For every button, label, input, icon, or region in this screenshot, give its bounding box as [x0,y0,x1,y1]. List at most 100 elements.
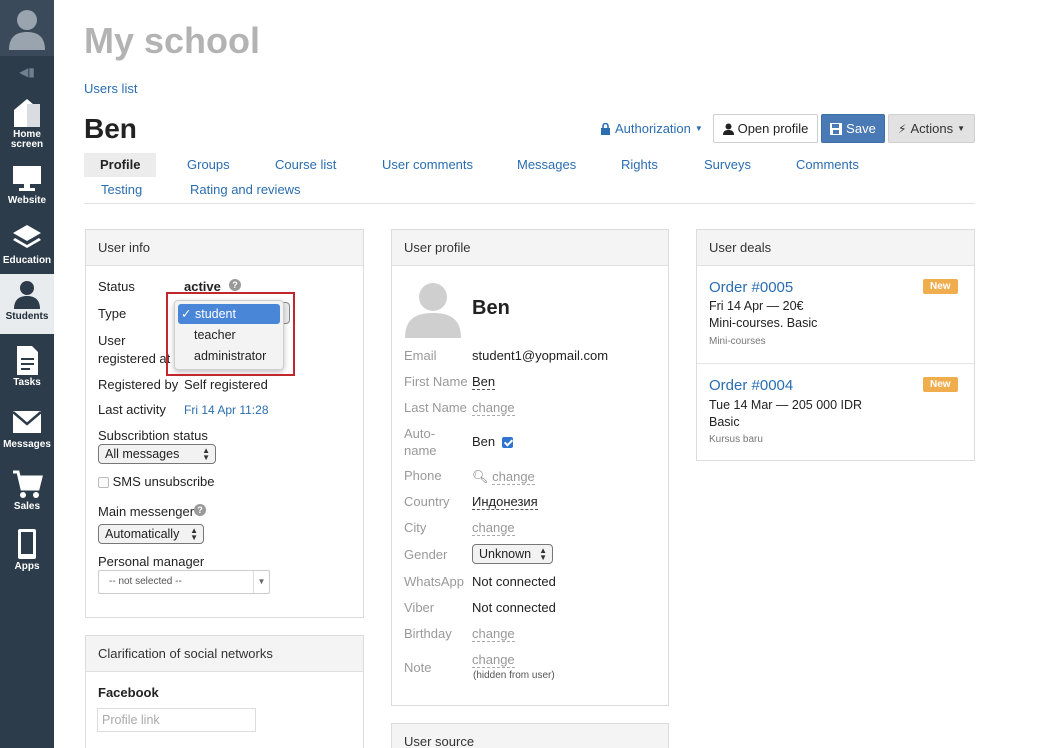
tab-testing[interactable]: Testing [85,178,158,202]
deal-order-link[interactable]: Order #0004 [709,377,793,394]
actions-label: Actions [910,121,954,136]
sidebar-item-home[interactable]: Home screen [0,92,54,152]
sidebar-item-sales[interactable]: Sales [0,464,54,524]
registered-at-label: User [98,333,126,348]
note-label: Note [404,660,432,675]
sidebar-item-label: Students [5,311,49,322]
personal-manager-label: Personal manager [98,554,205,569]
auto-name-checkbox[interactable] [502,437,513,448]
deal-date-price: Fri 14 Apr — 20€ [709,299,804,313]
save-button[interactable]: Save [821,114,885,143]
divider [697,363,974,364]
birthday-change-link[interactable]: change [472,626,515,642]
actions-dropdown-button[interactable]: ⚡ Actions ▼ [888,114,975,143]
sidebar-item-label: Home screen [10,129,44,150]
deal-status-badge: New [923,279,958,294]
main-messenger-select[interactable]: Automatically ▲ ▼ [98,524,204,544]
tab-messages[interactable]: Messages [501,153,592,177]
sidebar-collapse-icon[interactable]: ◀▮ [0,58,54,86]
select-arrows-icon: ▲ ▼ [202,446,210,462]
note-hint: (hidden from user) [473,670,555,681]
subscription-status-label: Subscribtion status [98,428,208,443]
sidebar-item-education[interactable]: Education [0,218,54,278]
authorization-dropdown[interactable]: Authorization ▼ [600,121,703,136]
phone-label: Phone [404,468,442,483]
subscription-status-value: All messages [105,447,180,461]
last-activity-value[interactable]: Fri 14 Apr 11:28 [184,403,269,417]
sidebar-item-tasks[interactable]: Tasks [0,340,54,400]
phone-field[interactable]: 🔍︎ change [472,469,535,485]
user-name-heading: Ben [84,113,137,144]
tab-profile[interactable]: Profile [84,153,157,177]
sms-unsubscribe-checkbox[interactable] [98,477,109,489]
select-arrows-icon: ▲ ▼ [539,546,547,562]
first-name-value[interactable]: Ben [472,374,496,390]
sidebar-item-label: Tasks [13,377,41,388]
tab-rating-and-reviews[interactable]: Rating and reviews [174,178,317,202]
layers-icon [13,225,41,248]
highlight-box [166,292,295,376]
sidebar: ◀▮ Home screen Website Education Student… [0,0,54,748]
document-icon [17,346,38,375]
main-messenger-label: Main messenger [98,504,195,519]
deal-product: Basic [709,415,740,429]
cart-icon [13,470,43,498]
sidebar-avatar[interactable] [0,0,54,56]
tab-user-comments[interactable]: User comments [366,153,489,177]
breadcrumb-users-list[interactable]: Users list [84,81,137,96]
search-icon: 🔍︎ [472,469,489,484]
deal-date-price: Tue 14 Mar — 205 000 IDR [709,398,863,412]
sidebar-item-label: Sales [13,501,41,512]
sidebar-item-website[interactable]: Website [0,158,54,218]
authorization-label: Authorization [615,121,691,136]
facebook-profile-link-input[interactable]: Profile link [97,708,256,732]
sidebar-item-label: Apps [14,561,40,572]
save-label: Save [846,121,876,136]
first-name-label: First Name [404,374,468,389]
panel-title: User profile [392,230,668,266]
deal-order-link[interactable]: Order #0005 [709,279,793,296]
whatsapp-value: Not connected [472,574,556,589]
avatar-icon [9,10,45,50]
select-arrows-icon: ▲ ▼ [190,526,198,542]
tab-groups[interactable]: Groups [171,153,246,177]
profile-name: Ben [472,297,510,319]
country-label: Country [404,494,450,509]
tab-rights[interactable]: Rights [605,153,674,177]
last-name-change-link[interactable]: change [472,400,515,416]
sidebar-item-messages[interactable]: Messages [0,402,54,462]
deal-category: Mini-courses [709,336,766,347]
note-change-link[interactable]: change [472,652,515,668]
email-value: student1@yopmail.com [472,348,609,363]
monitor-icon [13,166,41,191]
phone-change-link[interactable]: change [492,469,535,485]
sidebar-item-apps[interactable]: Apps [0,524,54,584]
last-activity-label: Last activity [98,402,166,417]
auto-name-value: Ben [472,434,496,449]
personal-manager-select[interactable]: -- not selected -- ▼ [98,570,270,594]
help-icon[interactable]: ? [194,504,206,516]
tab-course-list[interactable]: Course list [259,153,352,177]
caret-down-icon: ▼ [253,571,269,593]
sidebar-item-students[interactable]: Students [0,274,54,334]
deal-status-badge: New [923,377,958,392]
open-profile-button[interactable]: Open profile [713,114,818,143]
subscription-status-select[interactable]: All messages ▲ ▼ [98,444,216,464]
whatsapp-label: WhatsApp [404,574,464,589]
user-source-panel: User source [391,723,669,748]
city-change-link[interactable]: change [472,520,515,536]
help-icon[interactable]: ? [229,279,241,291]
caret-down-icon: ▼ [694,124,703,133]
gender-select[interactable]: Unknown ▲ ▼ [472,544,553,564]
panel-title: User info [86,230,363,266]
country-value[interactable]: Индонезия [472,494,538,510]
home-icon [14,99,40,127]
panel-title: Clarification of social networks [86,636,363,672]
sms-unsubscribe-row[interactable]: SMS unsubscribe [98,474,215,489]
phone-icon [18,529,36,559]
tab-comments[interactable]: Comments [780,153,875,177]
auto-name-label-line2: name [404,443,437,458]
lightning-icon: ⚡ [898,121,907,136]
tab-surveys[interactable]: Surveys [688,153,767,177]
envelope-icon [12,411,42,433]
